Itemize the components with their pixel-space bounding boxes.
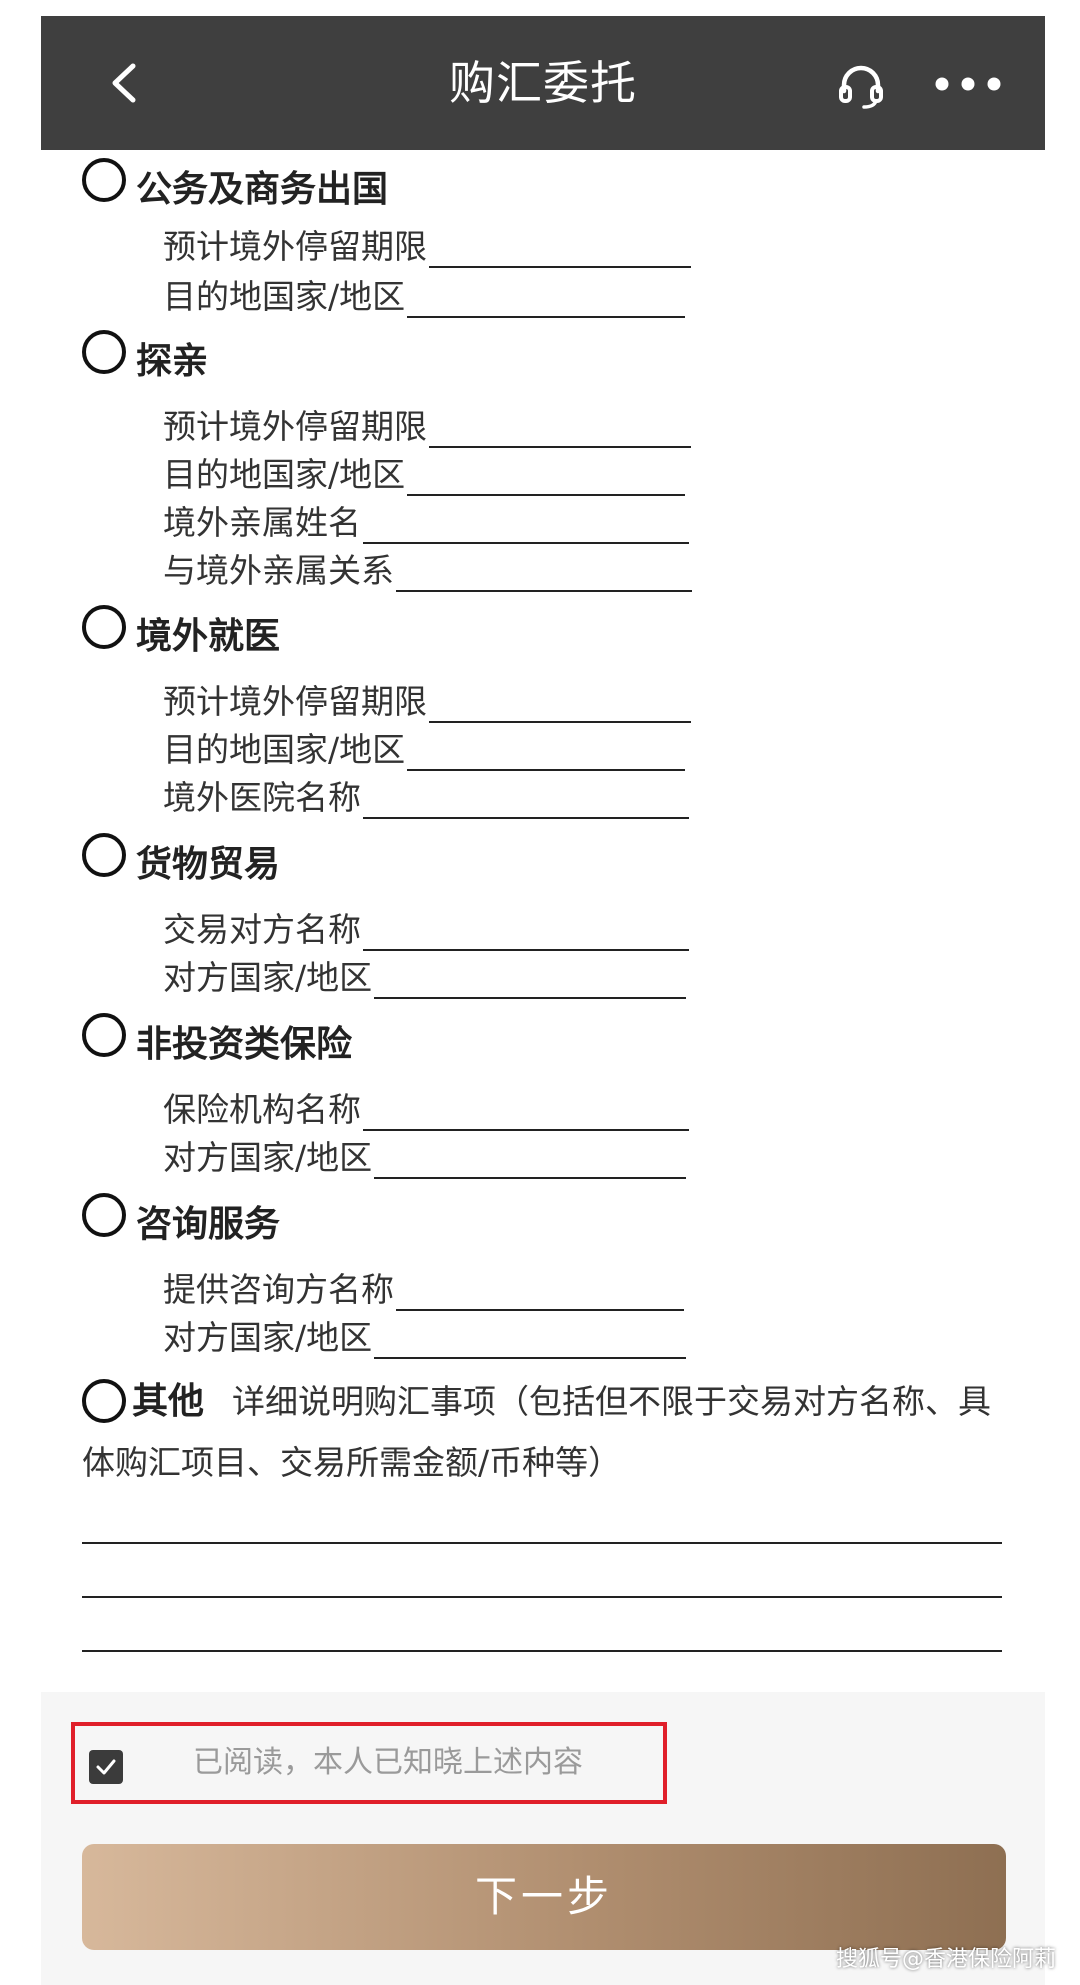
form-field: 保险机构名称: [163, 1083, 689, 1131]
field-label: 保险机构名称: [163, 1090, 361, 1129]
radio-button[interactable]: [82, 1013, 126, 1057]
field-label: 与境外亲属关系: [163, 551, 394, 590]
headset-icon[interactable]: [836, 61, 886, 111]
field-input-line[interactable]: [407, 282, 686, 318]
next-step-button[interactable]: 下一步: [82, 1844, 1006, 1950]
radio-button[interactable]: [82, 330, 126, 374]
option-title: 公务及商务出国: [136, 169, 389, 210]
field-input-line[interactable]: [407, 460, 686, 496]
form-field: 目的地国家/地区: [163, 723, 686, 771]
field-label: 目的地国家/地区: [163, 730, 406, 769]
field-input-line[interactable]: [429, 412, 691, 448]
field-label: 目的地国家/地区: [163, 277, 406, 316]
form-field: 预计境外停留期限: [163, 675, 691, 723]
other-description: 详细说明购汇事项（包括但不限于交易对方名称、具体购汇项目、交易所需金额/币种等）: [82, 1382, 992, 1482]
form-field: 对方国家/地区: [163, 951, 687, 999]
more-dots-icon[interactable]: [932, 73, 1004, 95]
field-input-line[interactable]: [374, 963, 687, 999]
agreement-checkbox-row[interactable]: 已阅读，本人已知晓上述内容: [71, 1722, 667, 1804]
watermark-text: 搜狐号@香港保险阿莉: [835, 1947, 1056, 1972]
form-field: 预计境外停留期限: [163, 220, 691, 268]
option-title: 其他: [132, 1381, 205, 1422]
radio-button[interactable]: [82, 1379, 126, 1423]
radio-button[interactable]: [82, 833, 126, 877]
page-title: 购汇委托: [449, 56, 637, 110]
field-input-line[interactable]: [363, 783, 689, 819]
field-input-line[interactable]: [429, 232, 691, 268]
field-label: 预计境外停留期限: [163, 407, 427, 446]
checkmark-icon: [96, 1759, 116, 1775]
agreement-label: 已阅读，本人已知晓上述内容: [193, 1745, 583, 1780]
field-label: 境外医院名称: [163, 778, 361, 817]
radio-button[interactable]: [82, 158, 126, 202]
field-input-line[interactable]: [374, 1143, 687, 1179]
field-input-line[interactable]: [429, 687, 691, 723]
form-field: 境外亲属姓名: [163, 496, 689, 544]
other-input-line[interactable]: [82, 1542, 1002, 1544]
radio-button[interactable]: [82, 605, 126, 649]
other-input-line[interactable]: [82, 1650, 1002, 1652]
other-input-line[interactable]: [82, 1596, 1002, 1598]
field-input-line[interactable]: [407, 735, 686, 771]
checkbox[interactable]: [89, 1750, 123, 1784]
form-field: 对方国家/地区: [163, 1131, 687, 1179]
form-field: 目的地国家/地区: [163, 270, 686, 318]
form-field: 与境外亲属关系: [163, 544, 692, 592]
form-field: 境外医院名称: [163, 771, 689, 819]
option-title: 咨询服务: [136, 1204, 281, 1245]
field-label: 预计境外停留期限: [163, 227, 427, 266]
form-field: 交易对方名称: [163, 903, 689, 951]
field-label: 提供咨询方名称: [163, 1270, 394, 1309]
field-input-line[interactable]: [396, 1275, 684, 1311]
field-label: 境外亲属姓名: [163, 503, 361, 542]
field-input-line[interactable]: [396, 556, 692, 592]
form-field: 提供咨询方名称: [163, 1263, 684, 1311]
form-field: 对方国家/地区: [163, 1311, 687, 1359]
purpose-option-other: 其他 详细说明购汇事项（包括但不限于交易对方名称、具体购汇项目、交易所需金额/币种…: [82, 1371, 1002, 1493]
field-input-line[interactable]: [374, 1323, 687, 1359]
radio-button[interactable]: [82, 1193, 126, 1237]
option-title: 境外就医: [136, 616, 281, 657]
field-label: 预计境外停留期限: [163, 682, 427, 721]
field-input-line[interactable]: [363, 1095, 689, 1131]
field-input-line[interactable]: [363, 915, 689, 951]
field-label: 交易对方名称: [163, 910, 361, 949]
form-field: 目的地国家/地区: [163, 448, 686, 496]
option-title: 货物贸易: [136, 844, 281, 885]
option-title: 非投资类保险: [136, 1024, 353, 1065]
form-field: 预计境外停留期限: [163, 400, 691, 448]
field-label: 对方国家/地区: [163, 958, 373, 997]
field-label: 对方国家/地区: [163, 1138, 373, 1177]
header-bar: 购汇委托: [41, 16, 1045, 150]
field-label: 目的地国家/地区: [163, 455, 406, 494]
field-input-line[interactable]: [363, 508, 689, 544]
field-label: 对方国家/地区: [163, 1318, 373, 1357]
option-title: 探亲: [136, 341, 209, 382]
